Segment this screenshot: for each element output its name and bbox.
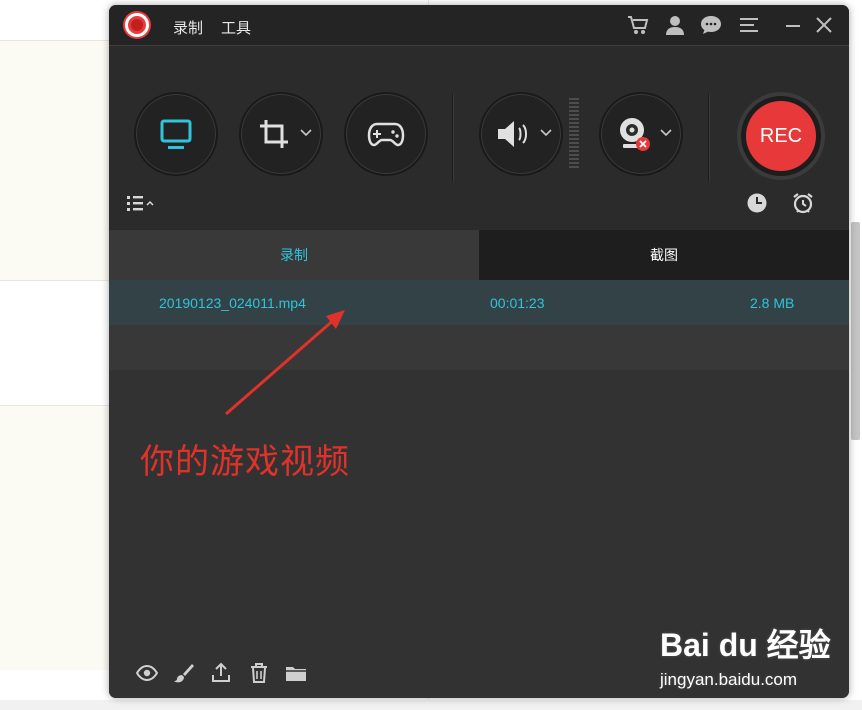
baidu-watermark: Bai du 经验 jingyan.baidu.com bbox=[660, 620, 831, 690]
watermark-url: jingyan.baidu.com bbox=[660, 670, 798, 689]
annotation-arrow bbox=[225, 310, 345, 416]
annotation-text: 你的游戏视频 bbox=[140, 442, 350, 482]
watermark-brand: Bai du 经验 bbox=[660, 627, 831, 663]
